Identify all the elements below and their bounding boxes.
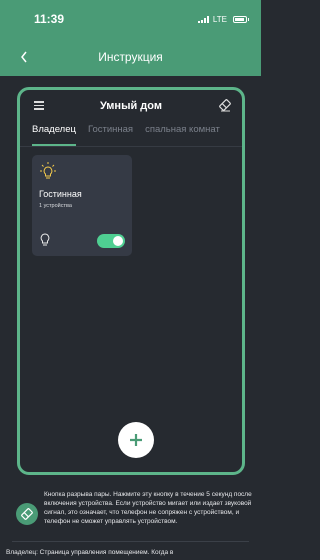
status-indicators: LTE [197,14,249,24]
bulb-icon [40,233,50,251]
unpair-description: Кнопка разрыва пары. Нажмите эту кнопку … [44,491,252,525]
app-title: Умный дом [100,100,162,112]
network-label: LTE [212,14,227,24]
instruction-frame: Умный дом Владелец Гостинная спальная ко… [17,87,245,475]
owner-description: Владелец: Страница управления помещением… [6,549,174,556]
tab-living-room[interactable]: Гостинная [88,124,133,146]
tab-owner[interactable]: Владелец [32,124,76,146]
room-card-subtitle: 1 устройства [39,203,72,209]
tab-bedroom[interactable]: спальная комнат [145,124,220,146]
page-title: Инструкция [98,50,163,64]
nav-bar: Инструкция [0,38,261,76]
back-button[interactable] [14,47,34,67]
tab-divider [20,146,242,147]
room-tabs: Владелец Гостинная спальная комнат [20,124,242,146]
room-card[interactable]: Гостинная 1 устройства [32,155,132,256]
menu-icon[interactable] [34,101,44,110]
toggle-knob [113,236,123,246]
eraser-info-icon [16,503,38,525]
room-card-title: Гостинная [39,189,82,199]
add-device-button[interactable] [118,422,154,458]
bulb-glow-icon [39,161,57,186]
signal-icon [197,15,209,23]
status-bar: 11:39 LTE [0,0,261,38]
status-time: 11:39 [34,12,65,26]
power-toggle[interactable] [97,234,125,248]
eraser-icon[interactable] [218,98,232,117]
info-divider [12,541,249,542]
plus-icon [130,434,142,446]
battery-icon [233,15,249,23]
app-header: Умный дом [20,90,242,122]
chevron-left-icon [21,51,27,63]
